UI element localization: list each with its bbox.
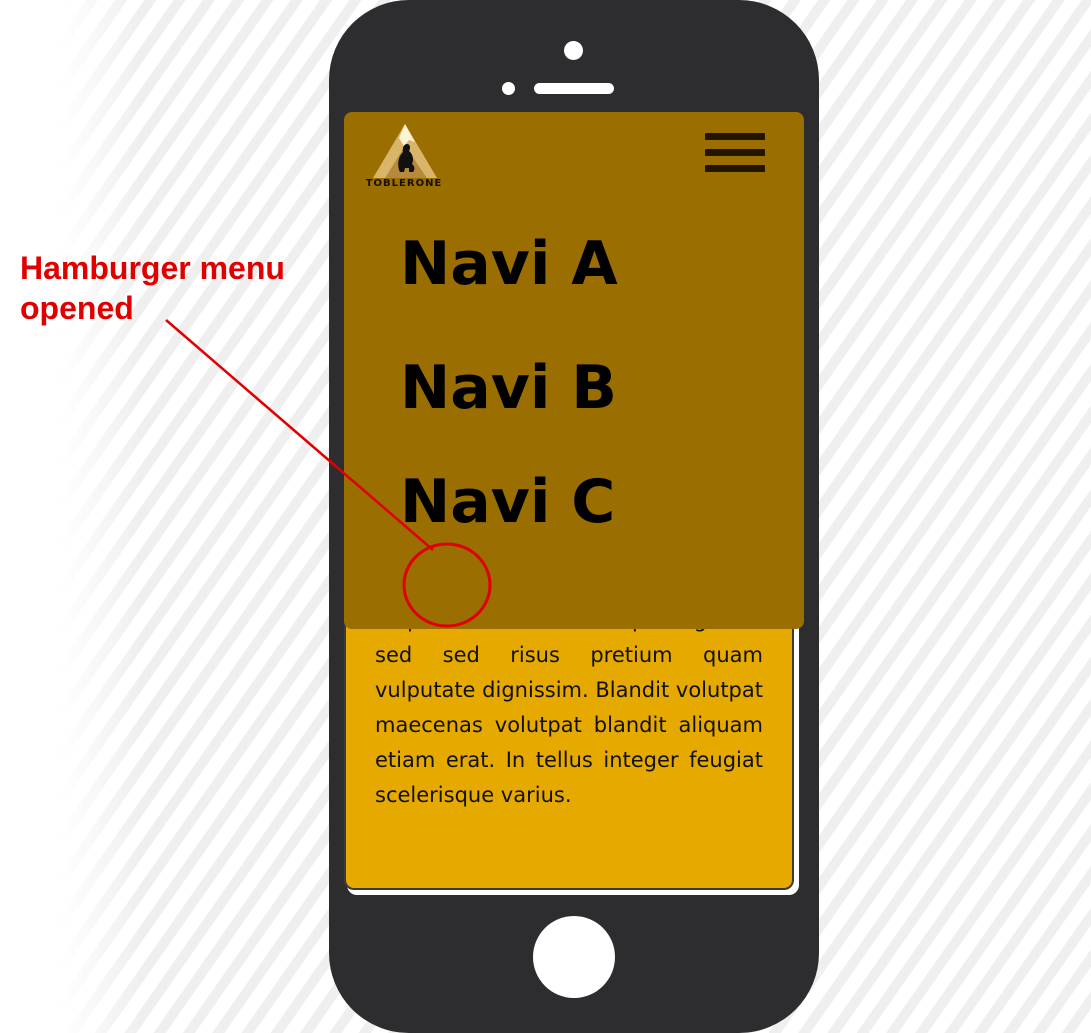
nav-item-c[interactable]: Navi C: [400, 467, 615, 537]
hamburger-bar: [705, 149, 765, 156]
menu-panel: TOBLERONE Navi A Navi B Navi C: [344, 112, 804, 629]
hamburger-bar: [705, 133, 765, 140]
logo-text: TOBLERONE: [365, 178, 443, 189]
earpiece-speaker: [534, 83, 614, 94]
body-text: aliquet elementum tempus egestas sed sed…: [375, 608, 763, 807]
mountain-bear-logo-icon: [373, 124, 437, 178]
nav-item-b[interactable]: Navi B: [400, 353, 617, 423]
hamburger-bar: [705, 165, 765, 172]
front-camera: [564, 41, 583, 60]
hamburger-menu-button[interactable]: [705, 131, 767, 175]
annotation-label: Hamburger menu opened: [20, 250, 285, 326]
proximity-sensor: [502, 82, 515, 95]
logo[interactable]: TOBLERONE: [359, 122, 449, 194]
home-button[interactable]: [533, 916, 615, 998]
nav-item-a[interactable]: Navi A: [400, 229, 618, 299]
